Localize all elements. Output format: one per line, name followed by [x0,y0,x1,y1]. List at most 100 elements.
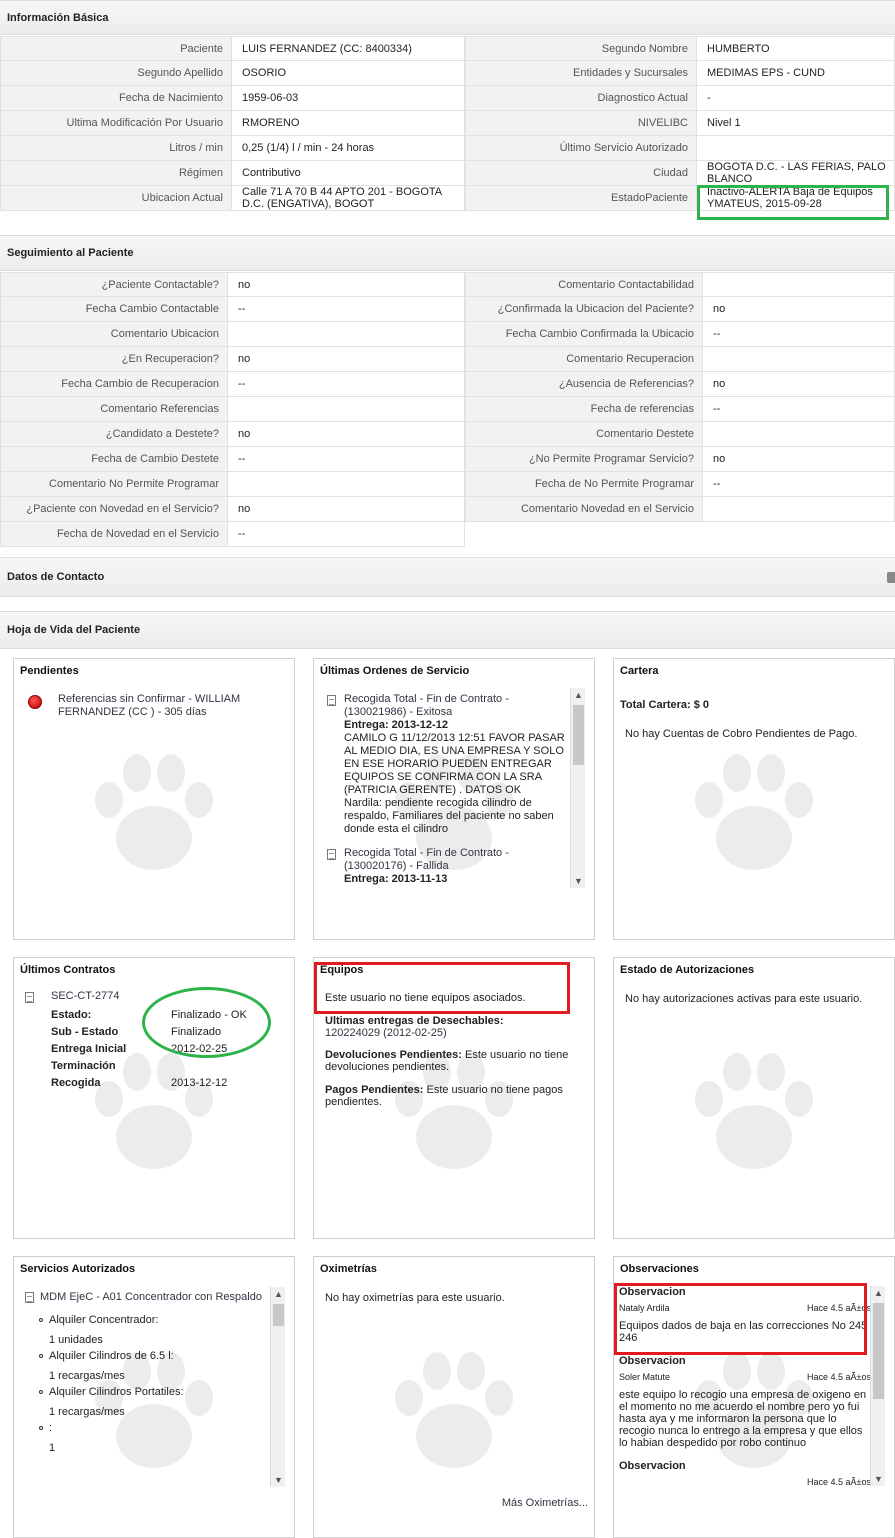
scroll-up-icon[interactable]: ▲ [874,1288,883,1298]
orden-title[interactable]: Recogida Total - Fin de Contrato - (1300… [344,847,570,873]
scroll-thumb[interactable] [873,1303,884,1399]
field-value [703,522,895,547]
field-label: Diagnostico Actual [465,86,697,111]
pagos-label: Pagos Pendientes: [325,1084,424,1096]
scroll-down-icon[interactable]: ▼ [574,876,583,886]
scroll-thumb[interactable] [273,1304,284,1326]
servicio-item: Alquiler Cilindros Portatiles: 1 recargas… [39,1386,271,1418]
toggle-icon[interactable] [887,572,895,583]
field-value: no [703,372,895,397]
pendiente-item[interactable]: Referencias sin Confirmar - WILLIAM FERN… [58,693,278,719]
desechables-value[interactable]: 120224029 (2012-02-25) [325,1027,587,1039]
field-label: NIVELIBC [465,111,697,136]
panel-oximetrias: Oximetrías No hay oximetrías para este u… [313,1256,595,1538]
observacion-head: Observacion [619,1355,686,1367]
field-label: Comentario Contactabilidad [465,272,703,297]
field-label: ¿No Permite Programar Servicio? [465,447,703,472]
field-label: Fecha de No Permite Programar [465,472,703,497]
info-row: Régimen Contributivo Ciudad BOGOTA D.C. - L… [0,161,895,186]
section-hoja-de-vida: Hoja de Vida del Paciente [0,611,895,649]
desechables-label: Ultimas entregas de Desechables: [325,1015,504,1027]
scroll-thumb[interactable] [573,705,584,765]
estado-highlight [697,185,889,220]
orden-title[interactable]: Recogida Total - Fin de Contrato - (1300… [344,693,570,719]
panel-title: Últimas Ordenes de Servicio [320,665,470,677]
field-label: ¿En Recuperacion? [0,347,228,372]
field-value: HUMBERTO [697,36,895,61]
contrato-status-highlight [142,987,271,1058]
panel-title: Oximetrías [320,1263,377,1275]
field-label: Último Servicio Autorizado [465,136,697,161]
document-icon [327,849,336,860]
field-label: Comentario No Permite Programar [0,472,228,497]
observacion-time: Hace 4.5 aÃ±os [807,1372,871,1382]
scrollbar[interactable]: ▲ ▼ [570,688,585,888]
field-value: -- [703,322,895,347]
bullet-icon [39,1354,43,1358]
scroll-up-icon[interactable]: ▲ [574,690,583,700]
field-value: Contributivo [232,161,465,186]
field-value: no [228,422,465,447]
info-row: Comentario Ubicacion Fecha Cambio Confirm… [0,322,895,347]
field-label: ¿Paciente Contactable? [0,272,228,297]
scrollbar[interactable]: ▲ ▼ [270,1287,285,1487]
field-value: -- [703,397,895,422]
field-value: no [228,272,465,297]
equipos-highlight [314,962,570,1014]
servicio-plan[interactable]: MDM EjeC - A01 Concentrador con Respaldo [40,1291,262,1303]
field-value [697,136,895,161]
field-value: RMORENO [232,111,465,136]
info-row: ¿Paciente Contactable? no Comentario Conta… [0,272,895,297]
contrato-code[interactable]: SEC-CT-2774 [51,990,119,1002]
field-label: Comentario Referencias [0,397,228,422]
field-value: no [228,347,465,372]
scroll-up-icon[interactable]: ▲ [274,1289,283,1299]
section-title: Datos de Contacto [7,571,105,583]
field-label: Fecha de referencias [465,397,703,422]
ordenes-list[interactable]: Recogida Total - Fin de Contrato - (1300… [324,687,570,889]
field-label: Comentario Recuperacion [465,347,703,372]
contrato-key: Entrega Inicial [51,1043,127,1055]
info-row: Fecha Cambio Contactable -- ¿Confirmada la… [0,297,895,322]
field-value: -- [228,447,465,472]
document-icon [25,992,34,1003]
field-label: Paciente [0,36,232,61]
info-row: Paciente LUIS FERNANDEZ (CC: 8400334) Segu… [0,36,895,61]
info-row: Ultima Modificación Por Usuario RMORENO NI… [0,111,895,136]
field-value: LUIS FERNANDEZ (CC: 8400334) [232,36,465,61]
field-label: Segundo Nombre [465,36,697,61]
panel-title: Últimos Contratos [20,964,116,976]
field-label: ¿Candidato a Destete? [0,422,228,447]
field-value: -- [228,522,465,547]
servicios-list[interactable]: MDM EjeC - A01 Concentrador con Respaldo… [25,1291,271,1487]
section-title: Hoja de Vida del Paciente [7,624,141,636]
field-label: Fecha Cambio de Recuperacion [0,372,228,397]
field-value: 0,25 (1/4) l / min - 24 horas [232,136,465,161]
info-row: Comentario No Permite Programar Fecha de … [0,472,895,497]
field-value [703,272,895,297]
paw-watermark-icon [95,754,213,870]
mas-oximetrias-link[interactable]: Más Oximetrías... [502,1497,588,1509]
info-row: Fecha Cambio de Recuperacion -- ¿Ausencia … [0,372,895,397]
field-value: Nivel 1 [697,111,895,136]
info-row: ¿En Recuperacion? no Comentario Recuperaci… [0,347,895,372]
field-label: Ciudad [465,161,697,186]
field-value: no [228,497,465,522]
cartera-total: Total Cartera: $ 0 [620,699,710,711]
document-icon [327,695,336,706]
servicio-name: Alquiler Concentrador: [49,1314,159,1326]
scrollbar[interactable]: ▲ ▼ [870,1286,885,1486]
document-icon [25,1291,34,1303]
servicio-qty: 1 recargas/mes [49,1406,125,1418]
observacion-head: Observacion [619,1460,686,1472]
scroll-down-icon[interactable]: ▼ [274,1475,283,1485]
field-value: Calle 71 A 70 B 44 APTO 201 - BOGOTA D.C… [232,186,465,211]
scroll-down-icon[interactable]: ▼ [874,1474,883,1484]
field-label: EstadoPaciente [465,186,697,211]
field-label: Fecha Cambio Contactable [0,297,228,322]
section-datos-contacto[interactable]: Datos de Contacto [0,557,895,597]
panel-autorizaciones: Estado de Autorizaciones No hay autoriza… [613,957,895,1239]
field-label: Ubicacion Actual [0,186,232,211]
field-label: Ultima Modificación Por Usuario [0,111,232,136]
contrato-value: 2013-12-12 [171,1077,228,1089]
